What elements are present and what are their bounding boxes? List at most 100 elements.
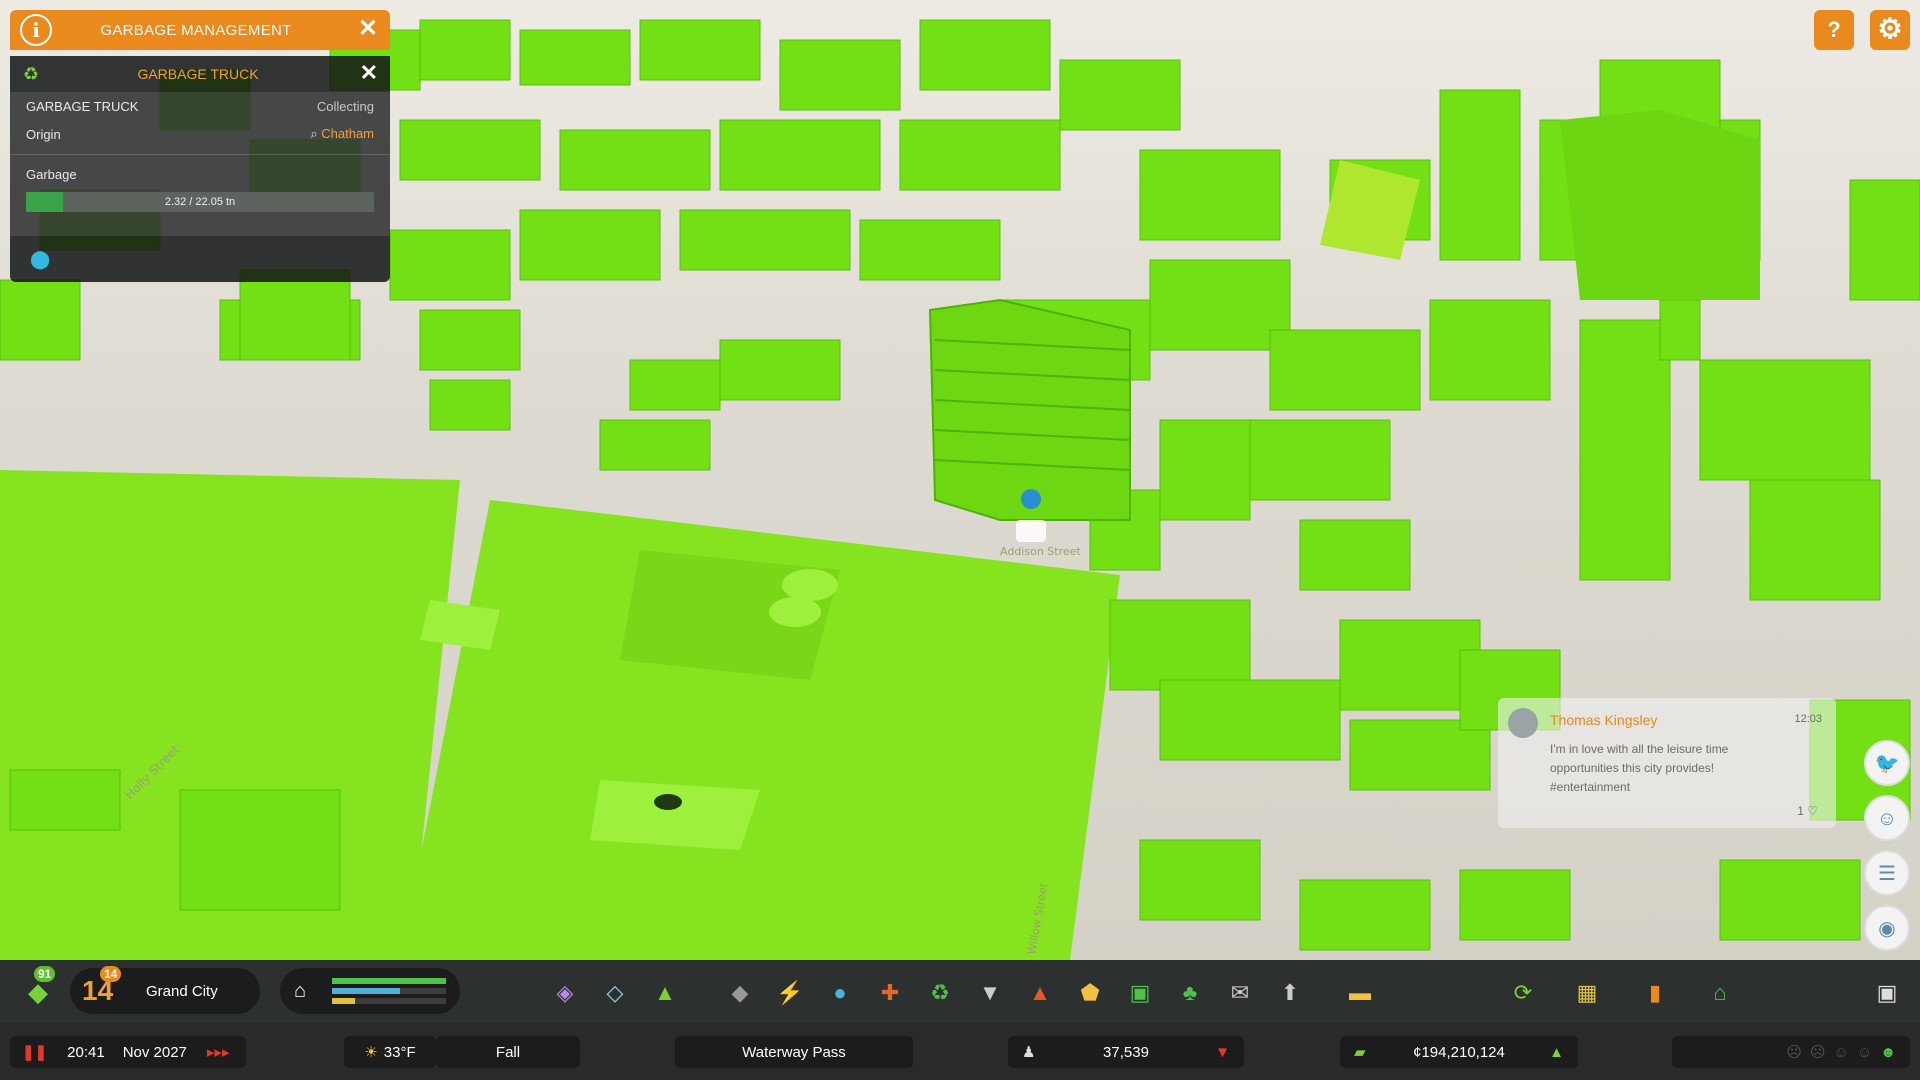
progress-bar-2 <box>332 988 446 994</box>
temperature: 33°F <box>383 1043 416 1061</box>
city-name: Grand City <box>146 982 218 1000</box>
electricity-icon[interactable]: ⚡ <box>775 978 805 1008</box>
time-pill: ❚❚ 20:41 Nov 2027 ▸▸▸ <box>10 1036 246 1068</box>
panel-title: GARBAGE MANAGEMENT <box>100 21 292 39</box>
status-bar <box>0 1022 1920 1080</box>
chirp-time: 12:03 <box>1794 713 1822 725</box>
origin-value: Chatham <box>321 126 374 141</box>
vehicle-details: GARBAGE TRUCK Collecting Origin ⌕ Chatha… <box>10 92 390 236</box>
garbage-progress-bar: 2.32 / 22.05 tn <box>26 192 374 212</box>
water-icon[interactable]: ● <box>825 978 855 1008</box>
map-name-pill: Waterway Pass <box>675 1036 913 1068</box>
map-tiles-icon[interactable]: ▦ <box>1572 978 1602 1008</box>
divider <box>10 154 390 155</box>
progress-bar-3 <box>332 998 446 1004</box>
communications-icon[interactable]: ✉ <box>1225 978 1255 1008</box>
game-time: 20:41 <box>67 1043 105 1061</box>
progress-bar-1 <box>332 978 446 984</box>
season-pill: Fall <box>436 1036 580 1068</box>
sun-icon: ☀ <box>364 1044 378 1061</box>
roads-icon[interactable]: ◆ <box>725 978 755 1008</box>
search-icon: ⌕ <box>310 126 322 141</box>
recycle-icon: ♻ <box>22 63 40 84</box>
level-badge: 14 <box>100 966 122 982</box>
happiness-icon-5: ☻ <box>1880 1043 1896 1061</box>
landscaping-icon[interactable]: ▲ <box>650 978 680 1008</box>
statistics-icon[interactable]: ▮ <box>1640 978 1670 1008</box>
transport-icon[interactable]: ▣ <box>1125 978 1155 1008</box>
pool-area <box>590 780 760 850</box>
garbage-management-header: i GARBAGE MANAGEMENT ✕ <box>10 10 390 50</box>
city-services-icon[interactable]: ⌂ <box>1705 978 1735 1008</box>
street-label-2: Addison Street <box>1000 545 1081 558</box>
chirp-message: I'm in love with all the leisure time op… <box>1550 742 1729 794</box>
like-count: 1 <box>1797 804 1804 818</box>
police-icon[interactable]: ⬟ <box>1075 978 1105 1008</box>
avatar <box>1508 708 1538 738</box>
weather-pill: ☀ 33°F <box>344 1036 436 1068</box>
camera-icon[interactable]: ▣ <box>1872 978 1902 1008</box>
city-name-pill[interactable]: 14 Grand City <box>70 968 260 1014</box>
money-icon: ▰ <box>1354 1044 1366 1061</box>
landmarks-icon[interactable]: ⬆ <box>1275 978 1305 1008</box>
truck-icon <box>1016 520 1046 542</box>
policies-icon[interactable]: ⟳ <box>1508 978 1538 1008</box>
game-date: Nov 2027 <box>122 1043 187 1061</box>
info-icon[interactable]: i <box>20 14 52 46</box>
chirper-message[interactable]: Thomas Kingsley 12:03 I'm in love with a… <box>1498 698 1836 828</box>
radio-icon[interactable]: ◉ <box>1864 905 1910 951</box>
health-icon[interactable]: ✚ <box>875 978 905 1008</box>
chirp-author[interactable]: Thomas Kingsley <box>1550 712 1657 728</box>
heart-icon: ♡ <box>1807 804 1818 818</box>
education-icon[interactable]: ▼ <box>975 978 1005 1008</box>
settings-gear-icon[interactable]: ⚙ <box>1870 10 1910 50</box>
tank-2 <box>769 597 821 627</box>
down-arrow-icon: ▼ <box>1215 1043 1230 1061</box>
locate-pin-icon[interactable]: ⬤ <box>30 249 50 270</box>
speed-icon[interactable]: ▸▸▸ <box>207 1043 230 1061</box>
milestone-badge: 91 <box>34 966 56 982</box>
progress-pill[interactable]: ⌂ <box>280 968 460 1014</box>
happiness-icon-1: ☹ <box>1786 1044 1802 1061</box>
fire-icon[interactable]: ▲ <box>1025 978 1055 1008</box>
vehicle-marker-icon <box>1021 489 1041 509</box>
origin-row: Origin ⌕ Chatham <box>10 120 390 148</box>
pause-icon[interactable]: ❚❚ <box>22 1043 47 1061</box>
vehicle-status: Collecting <box>316 98 374 114</box>
happiness-pill[interactable]: ☹ ☹ ☺ ☺ ☻ <box>1672 1036 1910 1068</box>
city-icon: ⌂ <box>294 979 307 1002</box>
money-pill[interactable]: ▰ ¢194,210,124 ▲ <box>1340 1036 1578 1068</box>
vehicle-panel-header: ♻ GARBAGE TRUCK ✕ <box>10 56 390 92</box>
origin-label: Origin <box>26 126 61 142</box>
close-panel-button[interactable]: ✕ <box>358 17 378 41</box>
happiness-icon-4: ☺ <box>1856 1043 1873 1061</box>
garbage-icon[interactable]: ♻ <box>925 978 955 1008</box>
happiness-icon-2: ☹ <box>1809 1044 1826 1061</box>
help-button[interactable]: ? <box>1814 10 1854 50</box>
tall-block-right <box>1560 110 1760 300</box>
pond <box>654 794 682 810</box>
parks-icon[interactable]: ♣ <box>1175 978 1205 1008</box>
zoning-icon[interactable]: ◈ <box>550 978 580 1008</box>
close-vehicle-button[interactable]: ✕ <box>360 62 378 84</box>
person-icon: ♟ <box>1022 1044 1036 1061</box>
vehicle-label: GARBAGE TRUCK <box>26 98 139 114</box>
vehicle-row: GARBAGE TRUCK Collecting <box>10 92 390 120</box>
bulldozer-icon[interactable]: ▬ <box>1345 978 1375 1008</box>
season: Fall <box>495 1043 521 1061</box>
garbage-amount: 2.32 / 22.05 tn <box>164 196 236 208</box>
population-pill[interactable]: ♟ 37,539 ▼ <box>1008 1036 1244 1068</box>
like-button[interactable]: 1 ♡ <box>1797 804 1818 818</box>
area-icon[interactable]: ◇ <box>600 978 630 1008</box>
chirper-bird-icon[interactable]: 🐦 <box>1864 740 1910 786</box>
tower <box>928 298 1131 521</box>
citizen-icon[interactable]: ☺ <box>1864 795 1910 841</box>
map-name: Waterway Pass <box>742 1043 846 1061</box>
garbage-label: Garbage <box>26 167 77 182</box>
vehicle-panel-title: GARBAGE TRUCK <box>137 66 259 82</box>
origin-link[interactable]: ⌕ Chatham <box>310 126 374 142</box>
money: ¢194,210,124 <box>1413 1043 1505 1061</box>
vehicle-info-panel: ♻ GARBAGE TRUCK ✕ GARBAGE TRUCK Collecti… <box>10 56 390 282</box>
notes-icon[interactable]: ☰ <box>1864 850 1910 896</box>
happiness-icon-3: ☺ <box>1833 1043 1849 1061</box>
